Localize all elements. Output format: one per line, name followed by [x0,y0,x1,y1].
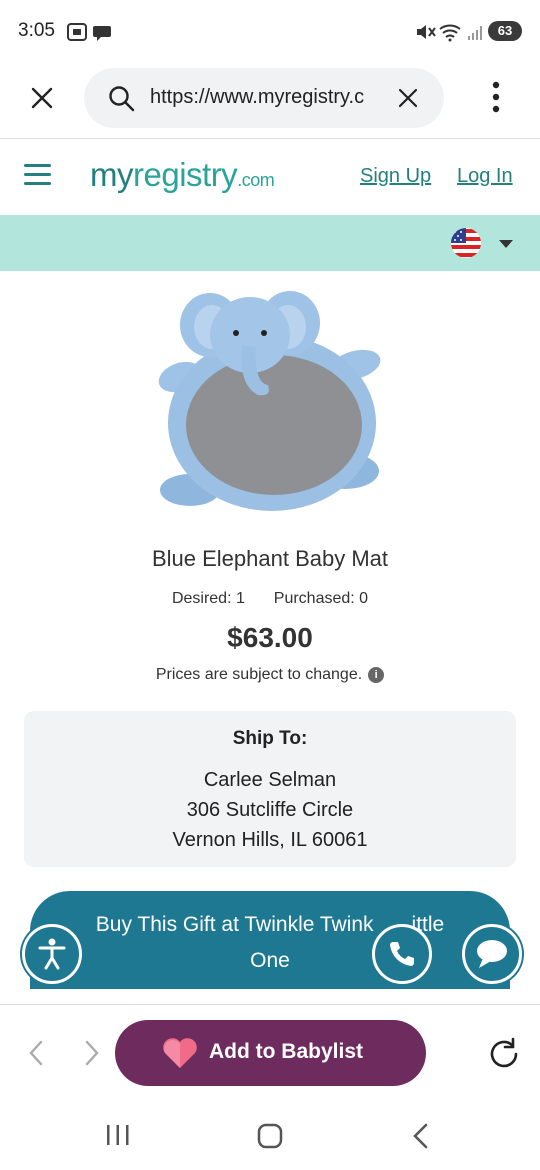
chat-bubble-icon [477,940,507,968]
chat-button[interactable] [460,922,524,986]
desired-count: Desired: 1 [171,590,245,607]
ship-to-street: 306 Sutcliffe Circle [186,799,354,821]
status-bar: 3:05 63 [0,0,540,62]
buy-line1: Buy This Gift at Twinkle Twink [95,913,374,936]
hamburger-menu-icon[interactable] [24,163,52,187]
more-options-icon[interactable] [488,80,504,116]
message-icon [93,26,111,41]
system-nav-bar [0,1100,540,1170]
call-button[interactable] [372,924,432,984]
mute-icon [417,25,436,39]
logo-com: .com [237,170,275,190]
ship-to-box: Ship To: Carlee Selman 306 Sutcliffe Cir… [24,711,516,867]
wifi-icon [439,24,461,42]
close-icon[interactable] [30,86,54,110]
disclaimer-text: Prices are subject to change. [155,666,363,683]
toolbar-divider [0,1004,540,1005]
recent-apps-icon[interactable] [104,1122,132,1148]
battery-icon: 63 [488,21,522,41]
product-image [158,291,381,511]
site-logo[interactable]: myregistry.com [90,156,275,194]
clear-url-icon[interactable] [398,88,418,108]
logo-registry: registry [133,156,238,193]
chat-ring [462,924,522,984]
info-icon[interactable]: i [368,666,385,683]
product-counts: Desired: 1 Purchased: 0 [0,590,540,608]
add-to-babylist-button[interactable]: Add to Babylist [115,1020,426,1086]
buy-line2: One [250,949,290,972]
accessibility-ring [22,924,82,984]
ship-to-city: Vernon Hills, IL 60061 [172,829,368,851]
price-disclaimer: Prices are subject to change. i [0,666,540,684]
ship-to-name: Carlee Selman [203,769,337,791]
buy-gift-label: Buy This Gift at Twinkle Twink ittle One [30,907,510,979]
url-text[interactable]: https://www.myregistry.c [150,86,390,109]
signal-icon [468,26,482,40]
home-icon[interactable] [256,1122,284,1150]
back-nav-icon[interactable] [408,1122,432,1150]
babylist-label: Add to Babylist [209,1040,364,1063]
ship-to-title: Ship To: [232,728,308,749]
phone-icon [390,942,414,966]
buy-gift-button[interactable]: Buy This Gift at Twinkle Twink ittle One [30,891,510,989]
screenshot-icon [67,23,87,41]
product-title: Blue Elephant Baby Mat [151,546,389,571]
back-arrow-icon[interactable] [28,1040,44,1066]
accessibility-icon [38,938,66,970]
accessibility-button[interactable] [20,922,84,986]
logo-my: my [90,156,134,193]
search-icon [109,86,135,112]
country-bar [0,215,540,271]
product-price: $63.00 [227,622,313,653]
sign-up-link[interactable]: Sign Up [360,165,431,188]
site-header: myregistry.com Sign Up Log In [0,139,540,215]
browser-toolbar: https://www.myregistry.c [0,62,540,139]
country-selector[interactable] [450,227,516,261]
log-in-link[interactable]: Log In [457,165,513,188]
url-bar[interactable]: https://www.myregistry.c [84,68,444,128]
status-time: 3:05 [18,20,55,41]
reload-icon[interactable] [486,1036,522,1072]
chevron-down-icon [499,240,513,248]
heart-icon [163,1038,197,1068]
purchased-count: Purchased: 0 [273,590,369,607]
us-flag-icon [451,228,481,258]
forward-arrow-icon[interactable] [84,1040,100,1066]
